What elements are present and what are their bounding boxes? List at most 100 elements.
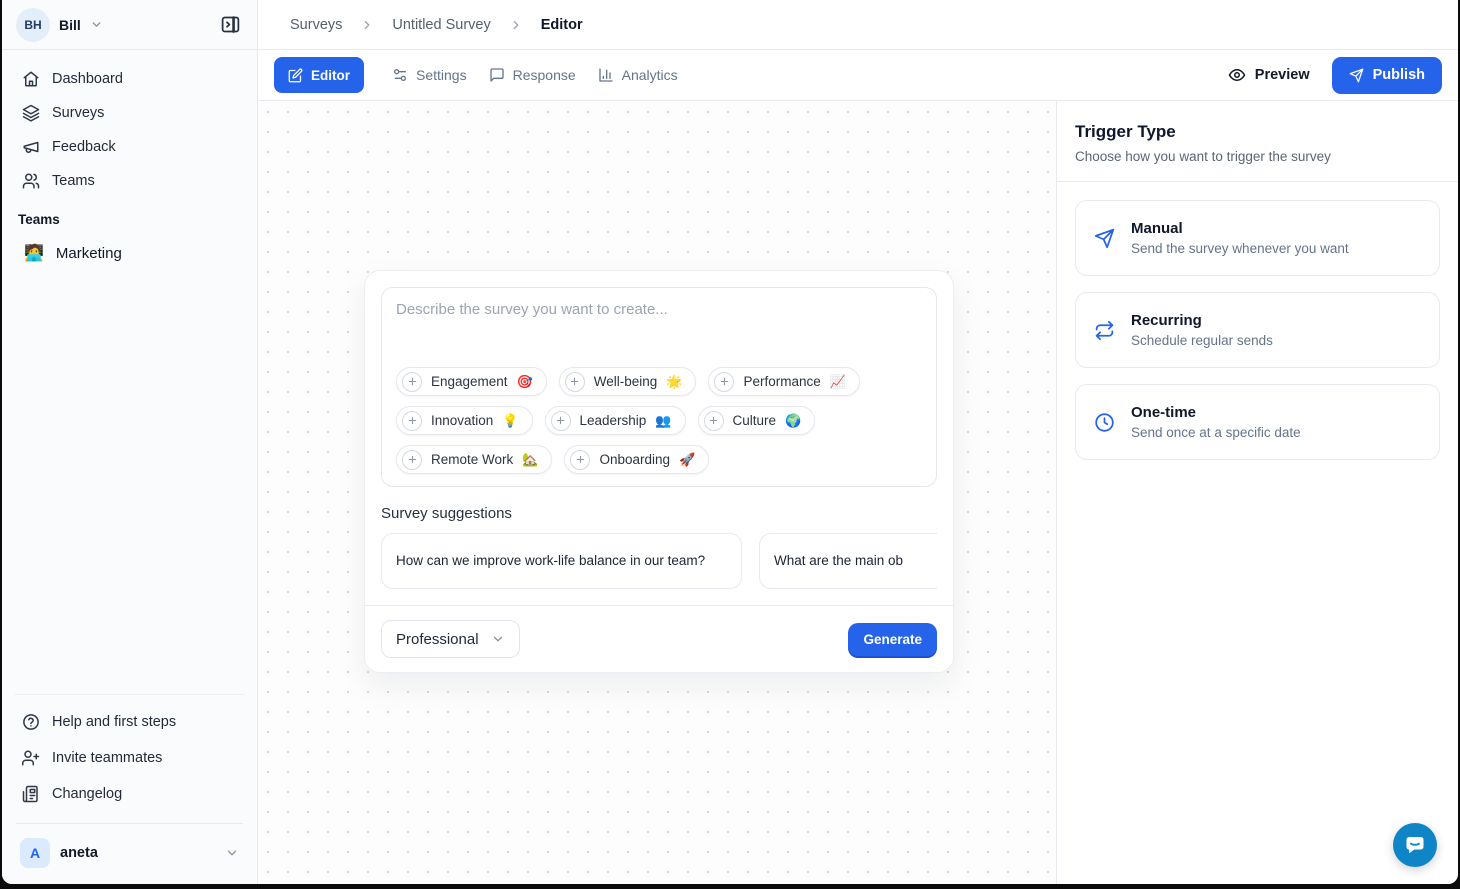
sidebar: Dashboard Surveys Feedback Teams — [2, 50, 258, 884]
user-plus-icon — [22, 749, 40, 767]
team-label: Marketing — [56, 245, 122, 262]
suggestions-list: How can we improve work-life balance in … — [381, 533, 937, 589]
trigger-option-description: Send once at a specific date — [1131, 425, 1301, 440]
plus-icon — [714, 372, 734, 392]
sidebar-item-dashboard[interactable]: Dashboard — [14, 62, 245, 96]
plus-icon — [704, 411, 724, 431]
sidebar-item-label: Dashboard — [52, 71, 123, 87]
tab-settings[interactable]: Settings — [392, 67, 467, 83]
sliders-icon — [392, 67, 408, 83]
suggestion-card[interactable]: What are the main ob — [759, 533, 937, 589]
sidebar-item-label: Help and first steps — [52, 714, 176, 730]
newspaper-icon — [22, 785, 40, 803]
topic-chip-innovation[interactable]: Innovation 💡 — [396, 406, 533, 435]
send-icon — [1349, 68, 1364, 83]
suggestion-card[interactable]: How can we improve work-life balance in … — [381, 533, 742, 589]
topic-chip-list: Engagement 🎯 Well-being 🌟 — [396, 367, 922, 474]
plus-icon — [402, 372, 422, 392]
help-circle-icon — [22, 713, 40, 731]
sidebar-item-feedback[interactable]: Feedback — [14, 130, 245, 164]
workspace-name[interactable]: Bill — [59, 17, 81, 33]
editor-toolbar: Editor Settings Response — [258, 50, 1458, 101]
topic-chip-emoji: 📈 — [830, 374, 846, 390]
sidebar-collapse-button[interactable] — [217, 12, 243, 38]
editor-canvas: Engagement 🎯 Well-being 🌟 — [258, 101, 1056, 884]
home-icon — [22, 70, 40, 88]
suggestions-title: Survey suggestions — [381, 505, 937, 522]
topic-chip-emoji: 🌟 — [666, 374, 682, 390]
topic-chip-label: Engagement — [431, 374, 508, 389]
trigger-option-recurring[interactable]: Recurring Schedule regular sends — [1075, 292, 1440, 368]
top-bar: BH Bill Surveys Untitled Survey Editor — [2, 0, 1458, 50]
tab-editor[interactable]: Editor — [274, 57, 364, 93]
repeat-icon — [1094, 320, 1115, 341]
plus-icon — [402, 450, 422, 470]
breadcrumb-current: Editor — [541, 17, 583, 33]
sidebar-item-label: Feedback — [52, 139, 116, 155]
tone-select[interactable]: Professional — [381, 620, 520, 658]
sidebar-item-surveys[interactable]: Surveys — [14, 96, 245, 130]
trigger-option-one-time[interactable]: One-time Send once at a specific date — [1075, 384, 1440, 460]
plus-icon — [402, 411, 422, 431]
trigger-type-panel: Trigger Type Choose how you want to trig… — [1056, 101, 1458, 884]
panel-collapse-icon — [220, 14, 241, 35]
tab-analytics[interactable]: Analytics — [598, 67, 678, 83]
survey-generator-card: Engagement 🎯 Well-being 🌟 — [364, 270, 954, 673]
topic-chip-emoji: 🚀 — [679, 452, 695, 468]
topic-chip-label: Leadership — [580, 413, 647, 428]
trigger-option-title: Recurring — [1131, 312, 1273, 329]
survey-prompt-input[interactable] — [396, 301, 922, 367]
sidebar-item-label: Invite teammates — [52, 750, 162, 766]
sidebar-item-changelog[interactable]: Changelog — [14, 777, 245, 811]
panel-subtitle: Choose how you want to trigger the surve… — [1075, 149, 1440, 164]
topic-chip-label: Remote Work — [431, 452, 513, 467]
breadcrumb-surveys[interactable]: Surveys — [290, 17, 342, 33]
sidebar-item-label: Surveys — [52, 105, 104, 121]
topic-chip-leadership[interactable]: Leadership 👥 — [545, 406, 686, 435]
topic-chip-onboarding[interactable]: Onboarding 🚀 — [564, 445, 709, 474]
topic-chip-label: Onboarding — [599, 452, 670, 467]
divider — [16, 823, 243, 824]
pencil-square-icon — [288, 68, 303, 83]
tab-label: Response — [513, 67, 576, 83]
message-square-icon — [489, 67, 505, 83]
sidebar-team-marketing[interactable]: 🧑‍💻 Marketing — [14, 235, 245, 271]
sidebar-item-invite[interactable]: Invite teammates — [14, 741, 245, 775]
topic-chip-culture[interactable]: Culture 🌍 — [698, 406, 816, 435]
breadcrumb-survey-name[interactable]: Untitled Survey — [392, 17, 490, 33]
topic-chip-label: Performance — [743, 374, 820, 389]
chevron-down-icon — [225, 846, 239, 860]
preview-label: Preview — [1255, 67, 1310, 83]
topic-chip-remote-work[interactable]: Remote Work 🏡 — [396, 445, 552, 474]
account-name: aneta — [60, 845, 98, 861]
preview-button[interactable]: Preview — [1228, 66, 1310, 84]
tab-response[interactable]: Response — [489, 67, 576, 83]
trigger-option-description: Send the survey whenever you want — [1131, 241, 1349, 256]
clock-icon — [1094, 412, 1115, 433]
users-icon — [22, 172, 40, 190]
eye-icon — [1228, 66, 1246, 84]
topic-chip-engagement[interactable]: Engagement 🎯 — [396, 367, 547, 396]
trigger-option-description: Schedule regular sends — [1131, 333, 1273, 348]
chevron-down-icon — [90, 18, 103, 31]
account-menu[interactable]: A aneta — [14, 834, 245, 874]
topic-chip-label: Innovation — [431, 413, 493, 428]
generate-button[interactable]: Generate — [848, 623, 937, 656]
topic-chip-emoji: 🎯 — [517, 374, 533, 390]
sidebar-item-teams[interactable]: Teams — [14, 164, 245, 198]
chevron-right-icon — [509, 18, 523, 32]
topic-chip-emoji: 💡 — [502, 413, 518, 429]
chat-launcher-button[interactable] — [1393, 823, 1437, 867]
topic-chip-performance[interactable]: Performance 📈 — [708, 367, 859, 396]
tone-selected-value: Professional — [396, 631, 479, 648]
publish-button[interactable]: Publish — [1332, 57, 1442, 94]
trigger-option-title: Manual — [1131, 220, 1349, 237]
tab-label: Analytics — [622, 67, 678, 83]
sidebar-item-help[interactable]: Help and first steps — [14, 705, 245, 739]
plus-icon — [570, 450, 590, 470]
trigger-option-manual[interactable]: Manual Send the survey whenever you want — [1075, 200, 1440, 276]
topic-chip-emoji: 👥 — [655, 413, 671, 429]
plus-icon — [551, 411, 571, 431]
workspace-avatar: BH — [16, 8, 50, 42]
topic-chip-wellbeing[interactable]: Well-being 🌟 — [559, 367, 697, 396]
